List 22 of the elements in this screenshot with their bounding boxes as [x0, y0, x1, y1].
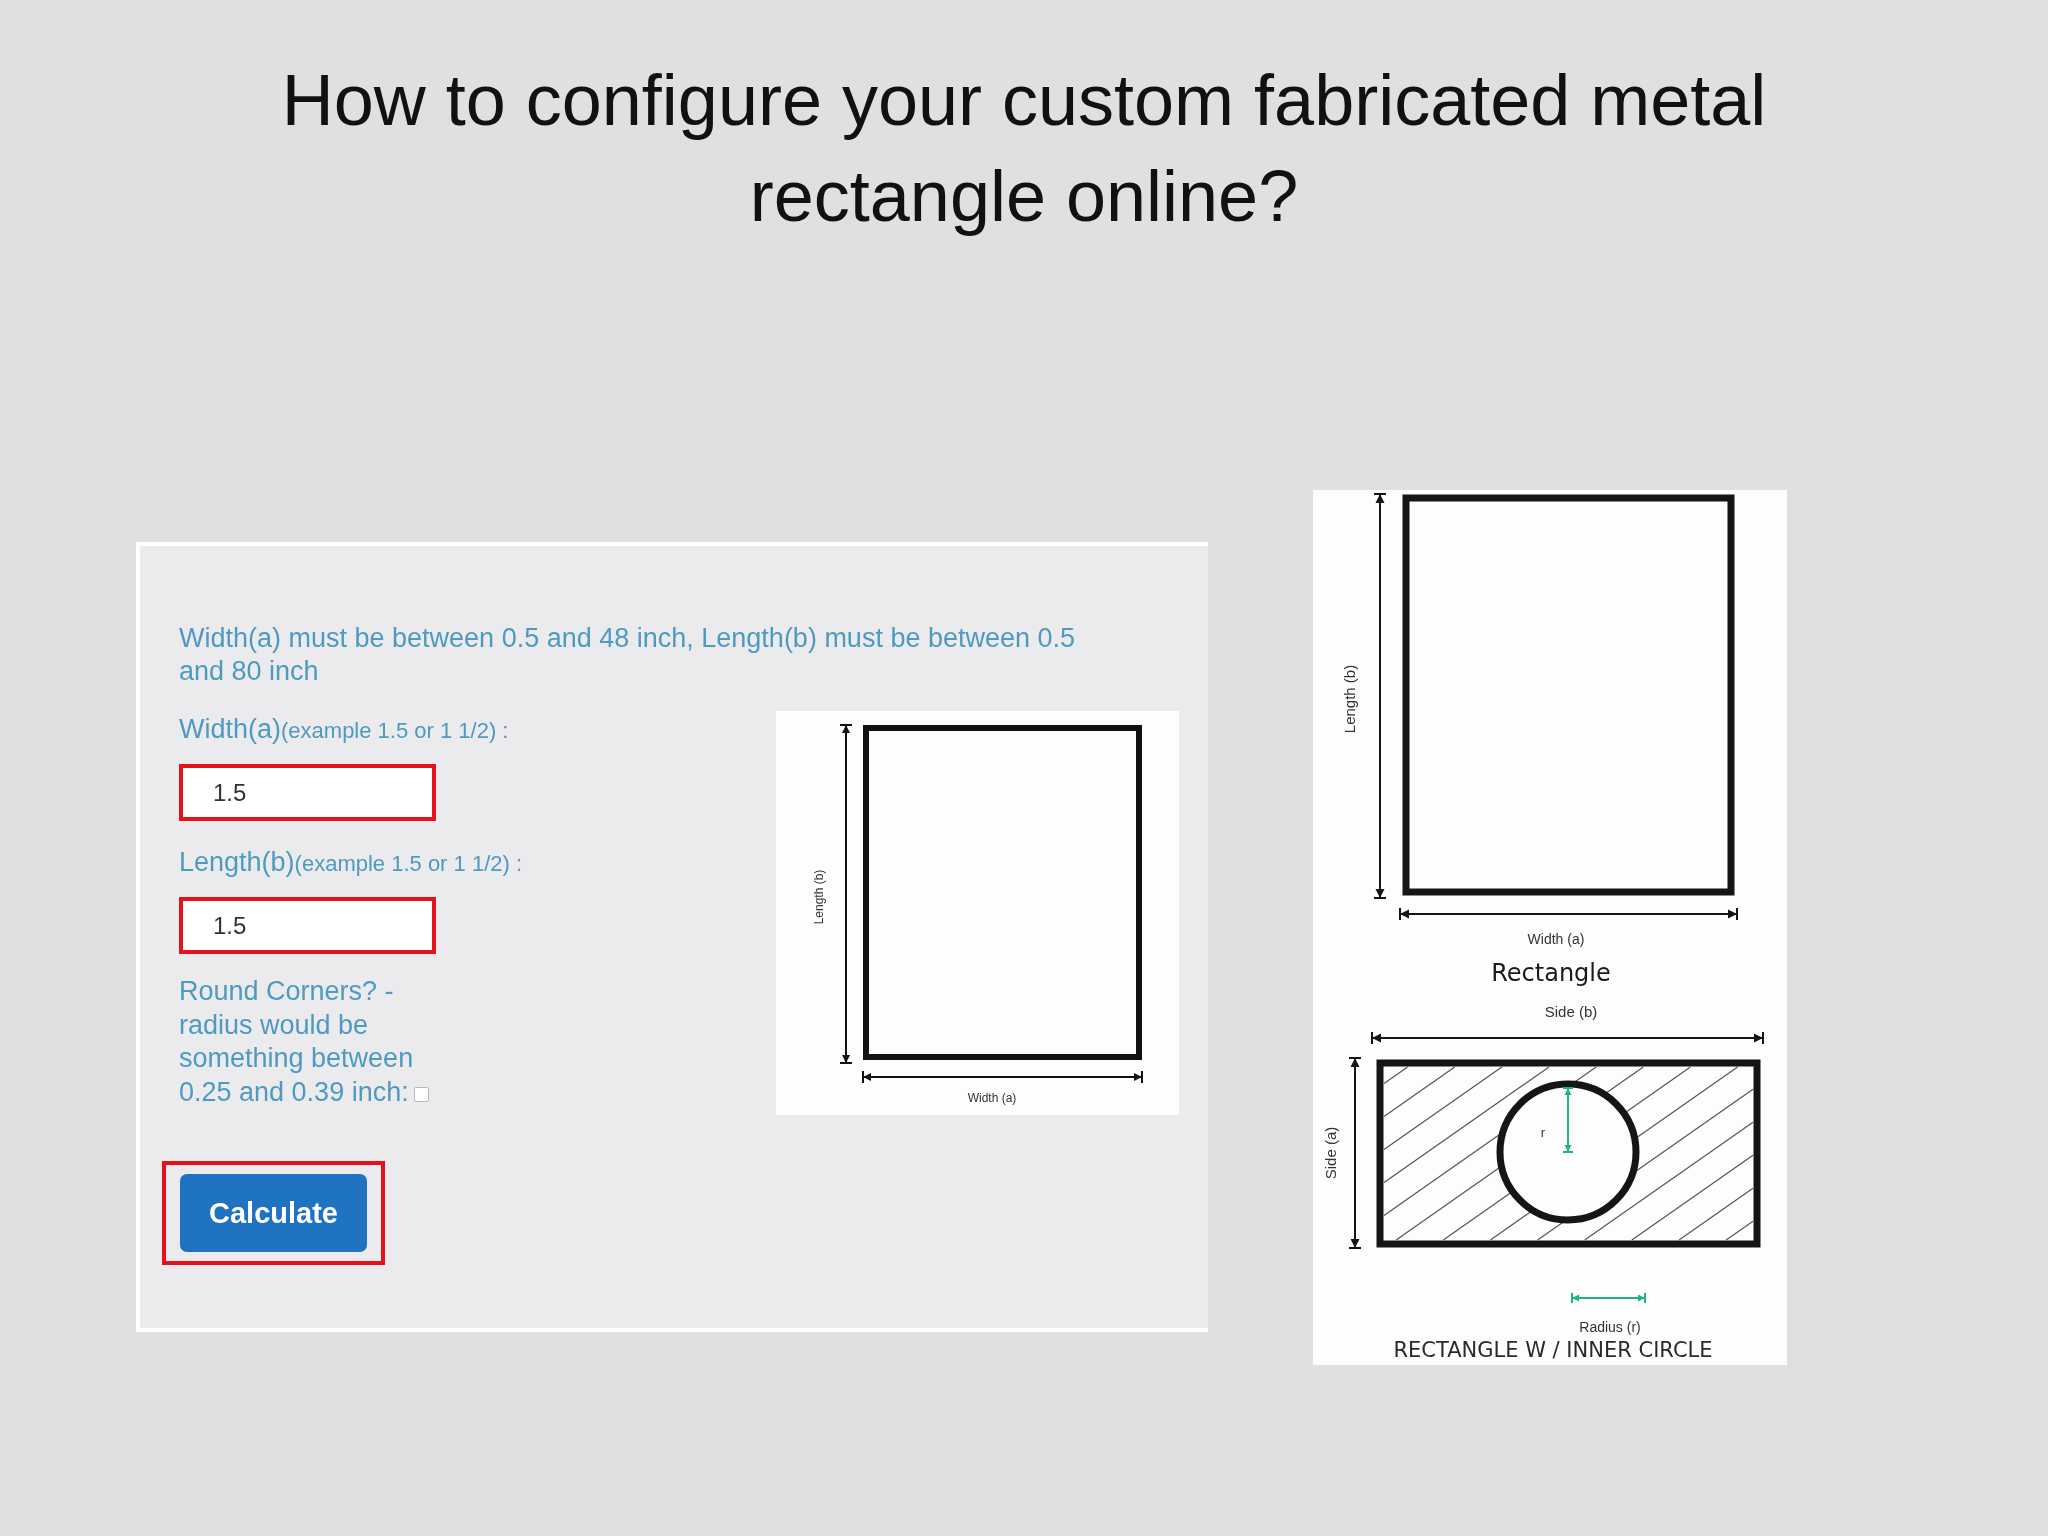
checkbox[interactable]	[413, 1086, 429, 1102]
field-label: Length(b)	[179, 847, 295, 877]
instructions-text: Width(a) must be between 0.5 and 48 inch, Length(b) must be between 0.5 and 80 inch	[179, 622, 1077, 688]
dimension-label: Side (b)	[1544, 1002, 1598, 1020]
field-label: Width(a)	[179, 714, 281, 744]
dimension-label: Radius (r)	[1579, 1319, 1641, 1335]
double-arrow-icon	[1571, 1292, 1646, 1304]
example-hint: (example 1.5 or 1 1/2) :	[281, 718, 509, 743]
input-field[interactable]: 1.5	[179, 897, 436, 954]
dimension-label: Width (a)	[967, 1091, 1017, 1105]
dimension-label: Length (b)	[1340, 664, 1358, 734]
diagram-caption: Rectangle	[1491, 959, 1611, 987]
calculate-button[interactable]: Calculate	[180, 1174, 367, 1252]
input-field[interactable]: 1.5	[179, 764, 436, 821]
slide-title: How to configure your custom fabricated metal rectangle online?	[280, 59, 1768, 238]
diagram-caption: RECTANGLE W / INNER CIRCLE	[1393, 1338, 1713, 1362]
dimension-label: r	[1540, 1124, 1546, 1140]
dimension-label: Side (a)	[1321, 1126, 1339, 1180]
example-hint: (example 1.5 or 1 1/2) :	[294, 851, 523, 876]
dimension-label: Width (a)	[1527, 931, 1585, 947]
checkbox-label: Round Corners? - radius would be something between 0.25 and 0.39 inch:	[179, 976, 414, 1107]
dimension-label: Length (b)	[812, 869, 826, 925]
